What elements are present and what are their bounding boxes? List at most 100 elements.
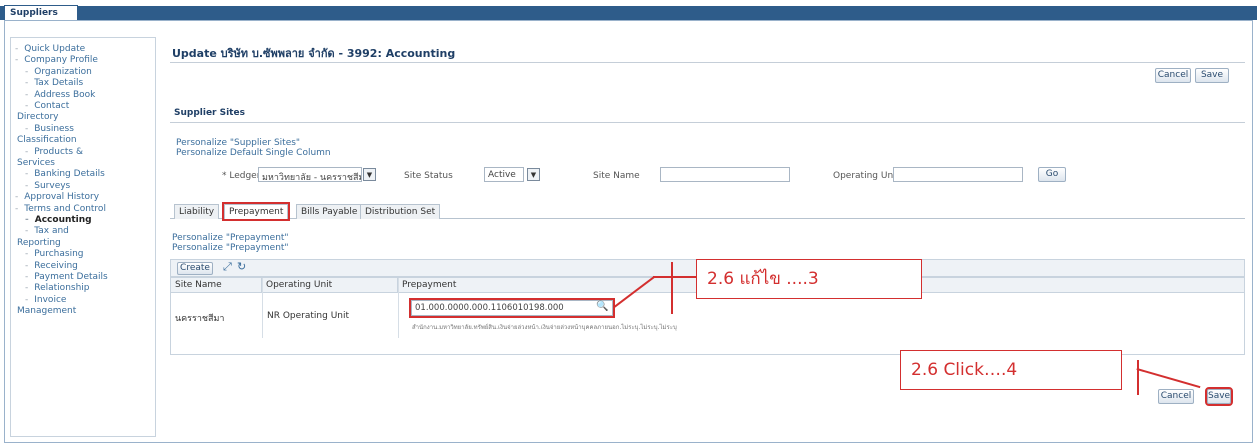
sidebar: - Quick Update - Company Profile - Organizati… bbox=[10, 37, 156, 437]
personalize-default-single-column-link[interactable]: Personalize Default Single Column bbox=[176, 148, 331, 158]
bullet-icon: - bbox=[25, 283, 29, 294]
sidebar-item[interactable]: Directory bbox=[17, 112, 58, 123]
ledger-dropdown-icon[interactable]: ▼ bbox=[363, 168, 376, 181]
search-icon[interactable]: 🔍 bbox=[596, 301, 608, 312]
column-divider bbox=[262, 278, 263, 338]
column-header-operating-unit: Operating Unit bbox=[262, 278, 398, 293]
sidebar-item[interactable]: Reporting bbox=[17, 238, 61, 249]
site-status-select[interactable]: Active bbox=[484, 167, 524, 182]
bullet-icon: - bbox=[25, 123, 29, 134]
operating-unit-label: Operating Unit bbox=[833, 171, 900, 181]
page-title: Update บริษัท บ.ซัพพลาย จำกัด - 3992: Ac… bbox=[172, 47, 456, 60]
sidebar-item[interactable]: - Payment Details bbox=[25, 272, 108, 283]
save-button-bottom[interactable]: Save bbox=[1205, 387, 1233, 406]
go-button[interactable]: Go bbox=[1038, 167, 1066, 182]
sidebar-item-label: Business bbox=[34, 123, 74, 134]
sidebar-item[interactable]: - Purchasing bbox=[25, 249, 84, 260]
sidebar-item-label: Invoice bbox=[34, 294, 67, 305]
sidebar-item-label: Address Book bbox=[34, 89, 96, 100]
bullet-icon: - bbox=[25, 294, 29, 305]
sidebar-item[interactable]: - Tax and bbox=[25, 226, 69, 237]
tab-liability[interactable]: Liability bbox=[174, 204, 220, 219]
ledger-value: มหาวิทยาลัย - นครราชสีมา bbox=[262, 173, 362, 182]
sidebar-item-label: Management bbox=[17, 306, 77, 317]
sidebar-item-label: Terms and Control bbox=[24, 203, 106, 214]
sidebar-item[interactable]: - Terms and Control bbox=[15, 204, 106, 215]
site-status-value: Active bbox=[488, 170, 516, 180]
annotation-click-note: 2.6 Click….4 bbox=[900, 350, 1122, 390]
cancel-button-top[interactable]: Cancel bbox=[1155, 68, 1191, 83]
sidebar-item[interactable]: - Organization bbox=[25, 67, 92, 78]
sidebar-item[interactable]: - Company Profile bbox=[15, 55, 98, 66]
sidebar-item-label: Products & bbox=[34, 146, 83, 157]
bullet-icon: - bbox=[25, 260, 29, 271]
sidebar-item[interactable]: - Products & bbox=[25, 147, 83, 158]
annotation-pointer-line bbox=[653, 276, 696, 278]
sidebar-item[interactable]: - Receiving bbox=[25, 261, 78, 272]
cell-site-name: นครราชสีมา bbox=[175, 314, 225, 324]
sidebar-item-label: Quick Update bbox=[24, 44, 86, 54]
site-name-label: Site Name bbox=[593, 171, 640, 181]
sidebar-item-label: Surveys bbox=[34, 180, 71, 191]
sidebar-item[interactable]: - Tax Details bbox=[25, 78, 83, 89]
operating-unit-input[interactable] bbox=[893, 167, 1023, 182]
sidebar-item-label: Relationship bbox=[34, 283, 90, 294]
cancel-button-bottom[interactable]: Cancel bbox=[1158, 389, 1194, 404]
sidebar-item[interactable]: - Quick Update bbox=[15, 44, 85, 55]
sidebar-item[interactable]: - Business bbox=[25, 124, 74, 135]
sidebar-item-label: Company Profile bbox=[24, 55, 98, 66]
bullet-icon: - bbox=[25, 226, 29, 237]
tab-suppliers[interactable]: Suppliers bbox=[4, 5, 78, 20]
bullet-icon: - bbox=[25, 89, 29, 100]
sidebar-item[interactable]: Classification bbox=[17, 135, 77, 146]
personalize-supplier-sites-link[interactable]: Personalize "Supplier Sites" bbox=[176, 138, 300, 148]
sidebar-item-label: Reporting bbox=[17, 237, 61, 248]
tab-prepayment[interactable]: Prepayment bbox=[221, 202, 291, 221]
divider bbox=[170, 122, 1245, 123]
prepayment-account-input[interactable]: 01.000.0000.000.1106010198.000 bbox=[409, 298, 615, 318]
site-status-label: Site Status bbox=[404, 171, 453, 181]
sidebar-item[interactable]: - Relationship bbox=[25, 283, 90, 294]
sidebar-item-label: Banking Details bbox=[34, 169, 105, 180]
bullet-icon: - bbox=[25, 66, 29, 77]
sidebar-item[interactable]: - Address Book bbox=[25, 90, 95, 101]
sidebar-item[interactable]: - Banking Details bbox=[25, 169, 105, 180]
bullet-icon: - bbox=[25, 146, 29, 157]
sidebar-item[interactable]: - Approval History bbox=[15, 192, 99, 203]
sidebar-item[interactable]: - Accounting bbox=[25, 215, 92, 226]
bullet-icon: - bbox=[15, 44, 19, 54]
refresh-icon[interactable]: ↻ bbox=[237, 260, 246, 273]
personalize-prepayment-link[interactable]: Personalize "Prepayment" bbox=[172, 233, 289, 243]
sidebar-item-label: Contact bbox=[34, 101, 70, 111]
sidebar-item[interactable]: Management bbox=[17, 306, 76, 317]
bullet-icon: - bbox=[15, 192, 19, 203]
site-name-input[interactable] bbox=[660, 167, 790, 182]
ledger-label: * Ledger bbox=[222, 171, 261, 181]
tab-bills-payable[interactable]: Bills Payable bbox=[296, 204, 363, 219]
sidebar-item-label: Directory bbox=[17, 112, 59, 123]
create-button[interactable]: Create bbox=[177, 262, 213, 275]
personalize-prepayment-link-2[interactable]: Personalize "Prepayment" bbox=[172, 243, 289, 253]
prepayment-account-value: 01.000.0000.000.1106010198.000 bbox=[415, 303, 564, 313]
annotation-bracket-line bbox=[671, 262, 673, 314]
annotation-edit-note: 2.6 แก้ไข ....3 bbox=[696, 259, 922, 299]
bullet-icon: - bbox=[15, 203, 19, 214]
tab-distribution-set[interactable]: Distribution Set bbox=[360, 204, 441, 219]
sidebar-item[interactable]: - Contact bbox=[25, 101, 69, 112]
sidebar-item-label: Approval History bbox=[24, 192, 100, 203]
save-button-top[interactable]: Save bbox=[1195, 68, 1229, 83]
ledger-select[interactable]: มหาวิทยาลัย - นครราชสีมา bbox=[258, 167, 362, 182]
sidebar-item-label: Payment Details bbox=[34, 272, 108, 282]
sidebar-item-label: Purchasing bbox=[34, 249, 84, 260]
sidebar-item[interactable]: Services bbox=[17, 158, 55, 169]
sidebar-item-label: Services bbox=[17, 158, 55, 168]
detach-icon[interactable]: ⤢ bbox=[223, 260, 232, 274]
sidebar-item-label: Organization bbox=[34, 66, 92, 77]
cell-operating-unit: NR Operating Unit bbox=[267, 311, 350, 321]
account-description: สำนักงาน.มหาวิทยาลัย.ทรัพย์สิน.เงินจ่ายล… bbox=[412, 324, 677, 331]
site-status-dropdown-icon[interactable]: ▼ bbox=[527, 168, 540, 181]
sidebar-item[interactable]: - Surveys bbox=[25, 181, 70, 192]
divider bbox=[170, 62, 1245, 63]
sidebar-item[interactable]: - Invoice bbox=[25, 295, 66, 306]
column-divider bbox=[398, 278, 399, 338]
